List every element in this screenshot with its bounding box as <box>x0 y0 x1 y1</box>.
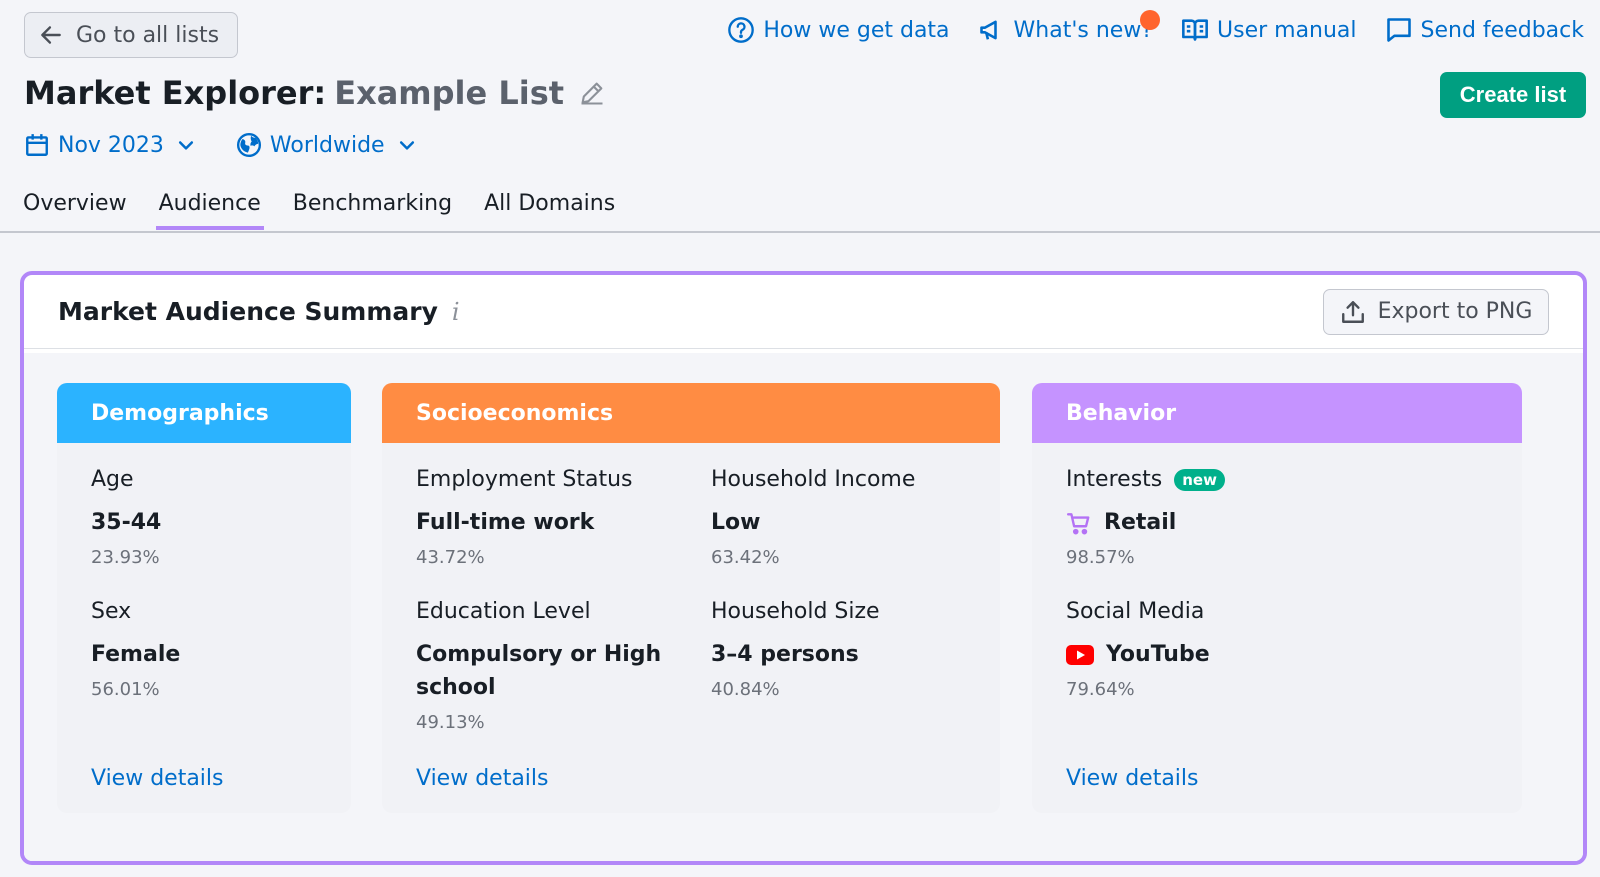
filters: Nov 2023 Worldwide <box>24 132 417 158</box>
demographics-view-details-link[interactable]: View details <box>91 766 224 791</box>
age-label: Age <box>91 467 134 492</box>
sex-value: Female <box>91 642 181 667</box>
household-size-metric: Household Size 3–4 persons 40.84% <box>711 599 981 700</box>
socioeconomics-view-details-link[interactable]: View details <box>416 766 549 791</box>
education-metric: Education Level Compulsory or High schoo… <box>416 599 676 733</box>
behavior-view-details-link[interactable]: View details <box>1066 766 1199 791</box>
chevron-down-icon <box>178 141 194 150</box>
tab-bar: Overview Audience Benchmarking All Domai… <box>20 188 618 230</box>
social-media-metric: Social Media YouTube 79.64% <box>1066 599 1210 700</box>
market-audience-summary-card: Market Audience Summary i Export to PNG … <box>20 271 1587 865</box>
chat-icon <box>1386 18 1411 42</box>
behavior-panel: Behavior Interests new Retail 98.57% Soc… <box>1032 383 1522 813</box>
sex-pct: 56.01% <box>91 679 160 700</box>
new-badge: new <box>1174 468 1225 491</box>
top-links: How we get data What's new? User manual … <box>727 10 1584 44</box>
globe-icon <box>236 132 261 158</box>
send-feedback-label: Send feedback <box>1420 17 1584 43</box>
interests-value-row: Retail <box>1066 506 1225 539</box>
sex-label: Sex <box>91 599 132 624</box>
user-manual-link[interactable]: User manual <box>1181 16 1357 44</box>
list-name: Example List <box>334 74 565 112</box>
summary-body: Demographics Age 35-44 23.93% Sex Female… <box>24 353 1583 861</box>
export-to-png-button[interactable]: Export to PNG <box>1323 288 1549 335</box>
title-prefix: Market Explorer: <box>24 74 327 112</box>
behavior-header: Behavior <box>1032 383 1522 443</box>
megaphone-icon <box>979 20 997 40</box>
how-we-get-data-label: How we get data <box>763 17 950 43</box>
summary-header: Market Audience Summary i Export to PNG <box>24 275 1583 349</box>
youtube-icon <box>1066 644 1094 665</box>
education-value: Compulsory or High school <box>416 642 662 700</box>
income-metric: Household Income Low 63.42% <box>711 467 981 568</box>
region-filter-value: Worldwide <box>269 132 385 158</box>
social-media-label: Social Media <box>1066 599 1205 624</box>
interests-label-row: Interests new <box>1066 467 1225 492</box>
tabs-divider <box>0 231 1600 233</box>
send-feedback-link[interactable]: Send feedback <box>1385 16 1584 44</box>
income-label: Household Income <box>711 467 916 492</box>
employment-metric: Employment Status Full-time work 43.72% <box>416 467 676 568</box>
upload-icon <box>1341 300 1364 323</box>
question-circle-icon <box>728 17 755 43</box>
employment-pct: 43.72% <box>416 547 485 568</box>
pencil-icon[interactable] <box>578 79 606 107</box>
how-we-get-data-link[interactable]: How we get data <box>727 16 950 44</box>
arrow-left-icon <box>41 26 61 44</box>
income-pct: 63.42% <box>711 547 780 568</box>
user-manual-label: User manual <box>1217 17 1357 43</box>
household-size-value: 3–4 persons <box>711 642 859 667</box>
tab-all-domains[interactable]: All Domains <box>481 188 618 230</box>
calendar-icon <box>26 134 48 156</box>
whats-new-label: What's new? <box>1013 17 1153 43</box>
employment-label: Employment Status <box>416 467 633 492</box>
household-size-label: Household Size <box>711 599 880 624</box>
tab-benchmarking[interactable]: Benchmarking <box>290 188 455 230</box>
age-value: 35-44 <box>91 510 162 535</box>
age-metric: Age 35-44 23.93% <box>91 467 161 568</box>
chevron-down-icon <box>399 141 414 150</box>
socioeconomics-panel: Socioeconomics Employment Status Full-ti… <box>382 383 1000 813</box>
tab-overview[interactable]: Overview <box>20 188 130 230</box>
education-label: Education Level <box>416 599 591 624</box>
interests-metric: Interests new Retail 98.57% <box>1066 467 1225 568</box>
interests-value: Retail <box>1104 510 1177 535</box>
tab-audience[interactable]: Audience <box>155 188 264 230</box>
socioeconomics-header: Socioeconomics <box>382 383 1000 443</box>
demographics-header: Demographics <box>57 383 351 443</box>
sex-metric: Sex Female 56.01% <box>91 599 180 700</box>
info-icon[interactable]: i <box>452 298 460 326</box>
page-title: Market Explorer: Example List <box>24 74 606 112</box>
education-pct: 49.13% <box>416 712 485 733</box>
social-media-pct: 79.64% <box>1066 679 1135 700</box>
household-size-pct: 40.84% <box>711 679 780 700</box>
age-pct: 23.93% <box>91 547 160 568</box>
income-value: Low <box>711 510 761 535</box>
date-filter-value: Nov 2023 <box>58 132 164 158</box>
back-label: Go to all lists <box>76 22 220 48</box>
summary-title: Market Audience Summary i <box>58 297 460 326</box>
demographics-panel: Demographics Age 35-44 23.93% Sex Female… <box>57 383 351 813</box>
create-list-button[interactable]: Create list <box>1440 72 1586 118</box>
date-filter[interactable]: Nov 2023 <box>24 132 196 158</box>
summary-title-text: Market Audience Summary <box>58 297 438 326</box>
region-filter[interactable]: Worldwide <box>236 132 417 158</box>
social-media-value: YouTube <box>1106 642 1210 667</box>
notification-dot <box>1139 10 1160 30</box>
export-label: Export to PNG <box>1377 299 1533 324</box>
interests-pct: 98.57% <box>1066 547 1135 568</box>
employment-value: Full-time work <box>416 510 595 535</box>
book-icon <box>1182 19 1208 41</box>
social-media-value-row: YouTube <box>1066 638 1210 671</box>
cart-icon <box>1066 512 1090 534</box>
whats-new-link[interactable]: What's new? <box>978 10 1160 44</box>
interests-label: Interests <box>1066 467 1163 492</box>
back-to-lists-button[interactable]: Go to all lists <box>24 12 238 58</box>
